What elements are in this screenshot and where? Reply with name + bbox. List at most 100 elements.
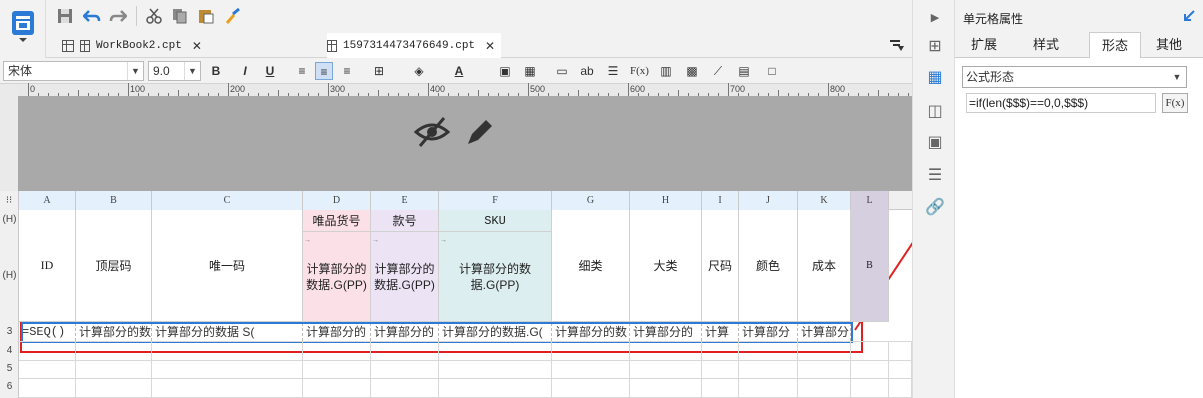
tab-expand[interactable]: 扩展 [961,32,1007,58]
italic-button[interactable]: I [236,62,254,80]
header-cell-e[interactable]: → 计算部分的数据.G(PP) [371,232,439,322]
column-header-f[interactable]: F [439,191,552,210]
cell-element-icon[interactable]: □ [763,62,781,80]
formula-input[interactable]: =if(len($$$)==0,0,$$$) [966,93,1156,113]
cell-d3[interactable]: 计算部分的 [303,323,371,341]
column-header-i[interactable]: I [702,191,739,210]
undo-icon[interactable] [83,8,101,24]
collapse-arrow-icon[interactable]: ▶ [925,8,945,28]
format-painter-icon[interactable] [224,8,242,24]
widget-icon[interactable]: ◫ [925,102,945,122]
cell-j3[interactable]: 计算部分 [739,323,798,341]
tab-1597314473476649[interactable]: 1597314473476649.cpt ✕ [327,33,502,58]
formula-editor-button[interactable]: F(x) [1162,93,1188,113]
header-cell-f[interactable]: → 计算部分的数据.G(PP) [439,232,552,322]
column-gridline [738,341,739,398]
header-cell-d[interactable]: → 计算部分的数据.G(PP) [303,232,371,322]
save-icon[interactable] [57,8,73,24]
align-right-button[interactable]: ≡ [338,62,356,80]
header-cell-l[interactable]: B [851,210,889,322]
cell-form-icon[interactable]: ▦ [925,68,945,88]
header-cell-g[interactable]: 细类 [552,210,630,322]
header-cell-top-f[interactable]: SKU [439,210,552,232]
cell-g3[interactable]: 计算部分的数 [552,323,630,341]
header-cell-a[interactable]: ID [19,210,76,322]
cell-b3[interactable]: 计算部分的数 [76,323,152,341]
close-icon[interactable]: ✕ [192,39,202,53]
column-header-d[interactable]: D [303,191,371,210]
column-header-b[interactable]: B [76,191,152,210]
align-center-button[interactable]: ≡ [315,62,333,80]
column-header-g[interactable]: G [552,191,630,210]
font-family-select[interactable]: 宋体 ▼ [3,61,144,81]
header-cell-b[interactable]: 顶层码 [76,210,152,322]
cell-attribute-icon[interactable]: ⊞ [925,37,945,57]
paste-icon[interactable] [198,8,214,24]
text-color-button[interactable]: A [450,62,468,80]
link-icon[interactable]: 🔗 [925,198,945,218]
bold-button[interactable]: B [207,62,225,80]
insert-row-icon[interactable]: ▦ [521,62,539,80]
header-cell-top-e[interactable]: 款号 [371,210,439,232]
copy-icon[interactable] [172,8,188,24]
formula-button[interactable]: F(x) [630,62,649,80]
hyperlink-icon[interactable]: ▣ [925,133,945,153]
row-header-3[interactable]: 3 [0,326,19,337]
underline-button[interactable]: U [261,62,279,80]
chart-icon[interactable]: ▥ [657,62,675,80]
fill-color-button[interactable]: ◈ [410,62,428,80]
row-header-h2[interactable]: (H) [0,270,19,281]
row-header-5[interactable]: 5 [0,363,19,374]
column-header-k[interactable]: K [798,191,851,210]
select-all-corner[interactable]: ⁝⁝ [0,191,19,210]
cell-k3[interactable]: 计算部分 [798,323,851,341]
tab-menu-icon[interactable] [890,40,904,52]
text-button[interactable]: ab [578,62,596,80]
cell-h3[interactable]: 计算部分的 [630,323,702,341]
cell-e3[interactable]: 计算部分的 [371,323,439,341]
column-header-h[interactable]: H [630,191,702,210]
border-button[interactable]: ⊞ [370,62,388,80]
slash-cell-icon[interactable]: ⟋ [709,62,727,80]
tab-style[interactable]: 样式 [1023,32,1069,58]
header-cell-c[interactable]: 唯一码 [152,210,303,322]
align-left-button[interactable]: ≡ [293,62,311,80]
subreport-icon[interactable]: ▤ [735,62,753,80]
condition-icon[interactable]: ☰ [925,166,945,186]
header-cell-k[interactable]: 成本 [798,210,851,322]
row-header-h1[interactable]: (H) [0,214,19,225]
merge-cells-icon[interactable]: ▣ [496,62,514,80]
redo-icon[interactable] [109,8,127,24]
column-header-c[interactable]: C [152,191,303,210]
ruler-tick [108,93,109,96]
cell-f3[interactable]: 计算部分的数据.G( [439,323,552,341]
insert-column-icon[interactable]: ▭ [553,62,571,80]
rich-text-icon[interactable]: ☰ [604,62,622,80]
column-header-j[interactable]: J [739,191,798,210]
cell-c3[interactable]: 计算部分的数据 S( [152,323,303,341]
ruler-tick [748,93,749,96]
report-designer-logo-icon[interactable] [11,9,35,43]
column-header-a[interactable]: A [19,191,76,210]
column-header-e[interactable]: E [371,191,439,210]
header-cell-top-d[interactable]: 唯品货号 [303,210,371,232]
image-icon[interactable]: ▩ [683,62,701,80]
form-type-select[interactable]: 公式形态 ▼ [962,66,1187,88]
header-cell-i[interactable]: 尺码 [702,210,739,322]
hide-eye-icon[interactable] [414,116,450,148]
header-cell-h[interactable]: 大类 [630,210,702,322]
tab-workbook2[interactable]: WorkBook2.cpt ✕ [62,33,202,58]
tab-form[interactable]: 形态 [1089,32,1141,58]
tab-other[interactable]: 其他 [1145,32,1193,58]
edit-pencil-icon[interactable] [464,116,494,148]
font-size-select[interactable]: 9.0 ▼ [148,61,201,81]
cell-i3[interactable]: 计算 [702,323,739,341]
cut-icon[interactable] [146,8,162,24]
ruler-tick [718,93,719,96]
close-icon[interactable]: ✕ [485,39,495,53]
header-cell-j[interactable]: 颜色 [739,210,798,322]
cell-a3[interactable]: =SEQ() [19,323,76,341]
row-header-4[interactable]: 4 [0,345,19,356]
expand-arrow-icon[interactable] [1183,10,1195,22]
row-header-6[interactable]: 6 [0,381,19,392]
